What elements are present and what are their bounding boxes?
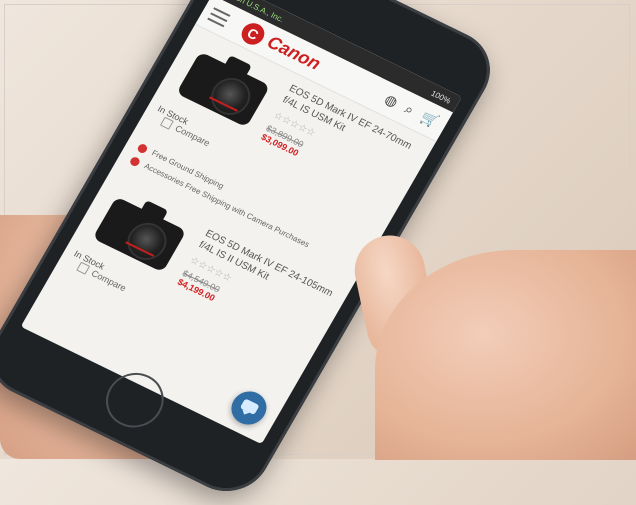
search-icon[interactable]: ⌕: [402, 101, 417, 119]
user-icon[interactable]: ◍: [382, 91, 401, 111]
alert-icon: [128, 155, 142, 168]
phone-wrapper: Canon U.S.A., Inc. 100% C Canon ◍ ⌕ 🛒 In…: [0, 0, 506, 505]
alert-icon: [136, 142, 149, 155]
cart-icon[interactable]: 🛒: [418, 108, 442, 130]
chat-button[interactable]: [225, 385, 273, 431]
logo-mark-icon: C: [237, 19, 269, 48]
chat-icon: [239, 398, 260, 415]
menu-icon[interactable]: [207, 6, 231, 27]
